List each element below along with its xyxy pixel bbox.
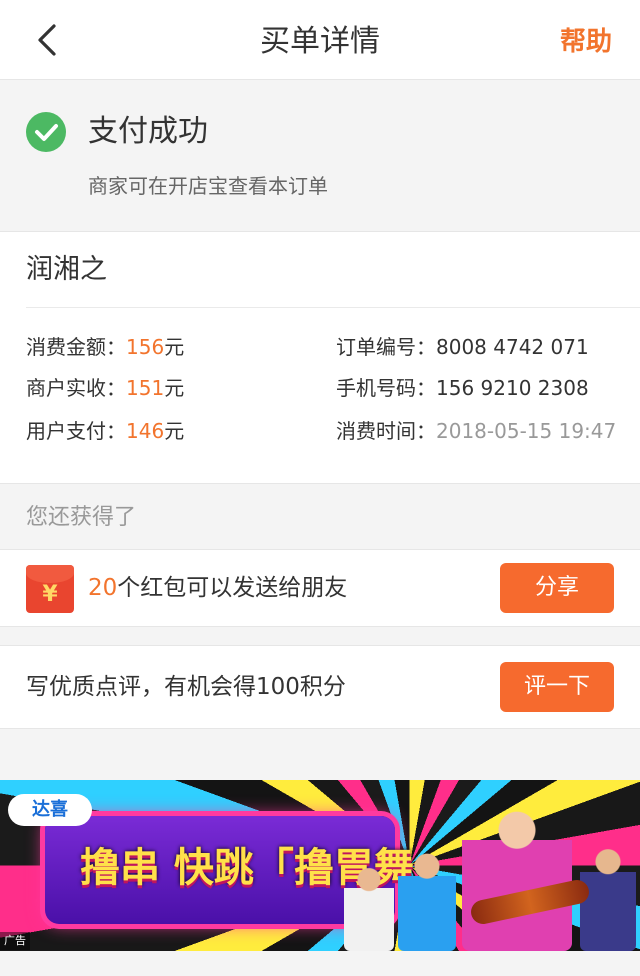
consumption-time-value: 2018-05-15 19:47 xyxy=(436,419,617,443)
ad-label: 广告 xyxy=(0,932,30,950)
rewards-section-label: 您还获得了 xyxy=(26,505,137,530)
yen-icon: ¥ xyxy=(42,582,58,607)
phone-number-label: 手机号码： xyxy=(336,376,436,400)
page-title: 买单详情 xyxy=(260,24,380,59)
red-packet-icon: ¥ xyxy=(26,565,74,613)
payment-status-subtitle: 商家可在开店宝查看本订单 xyxy=(88,174,328,198)
dancer-illustration xyxy=(580,846,636,951)
check-circle-icon xyxy=(26,112,66,152)
merchant-name[interactable]: 润湘之 xyxy=(26,250,107,290)
order-number-row: 订单编号：8008 4742 071 xyxy=(336,333,589,361)
user-paid-value: 146 xyxy=(126,419,165,443)
order-number-value: 8008 4742 071 xyxy=(436,335,589,359)
divider xyxy=(26,307,640,308)
red-packet-text: 20个红包可以发送给朋友 xyxy=(88,572,347,604)
phone-number-value: 156 9210 2308 xyxy=(436,376,589,400)
consumption-amount-label: 消费金额： xyxy=(26,335,126,359)
merchant-received-unit: 元 xyxy=(164,376,185,400)
merchant-received-label: 商户实收： xyxy=(26,376,126,400)
consumption-amount-value: 156 xyxy=(126,335,165,359)
payment-status-section xyxy=(0,81,640,230)
share-button[interactable]: 分享 xyxy=(500,563,614,613)
nav-bar: 买单详情 帮助 xyxy=(0,0,640,80)
phone-number-row: 手机号码：156 9210 2308 xyxy=(336,374,589,402)
user-paid-unit: 元 xyxy=(164,419,185,443)
review-button[interactable]: 评一下 xyxy=(500,662,614,712)
merchant-received-row: 商户实收：151元 xyxy=(26,374,184,402)
review-prompt-text: 写优质点评，有机会得100积分 xyxy=(26,674,346,700)
merchant-received-value: 151 xyxy=(126,376,165,400)
payment-status-title: 支付成功 xyxy=(88,114,208,149)
consumption-amount-unit: 元 xyxy=(164,335,185,359)
dancer-illustration xyxy=(344,866,394,951)
order-number-label: 订单编号： xyxy=(336,335,436,359)
banner-headline: 撸串 快跳「撸胃舞」 xyxy=(80,845,454,891)
brand-logo: 达喜 xyxy=(8,794,92,826)
consumption-time-row: 消费时间：2018-05-15 19:47 xyxy=(336,417,616,445)
help-link[interactable]: 帮助 xyxy=(560,22,612,62)
consumption-amount-row: 消费金额：156元 xyxy=(26,333,184,361)
user-paid-label: 用户支付： xyxy=(26,419,126,443)
dancer-illustration xyxy=(398,850,456,951)
user-paid-row: 用户支付：146元 xyxy=(26,417,184,445)
consumption-time-label: 消费时间： xyxy=(336,419,436,443)
red-packet-description: 个红包可以发送给朋友 xyxy=(117,575,348,601)
dancer-illustration xyxy=(462,800,572,951)
red-packet-count: 20 xyxy=(88,575,118,601)
